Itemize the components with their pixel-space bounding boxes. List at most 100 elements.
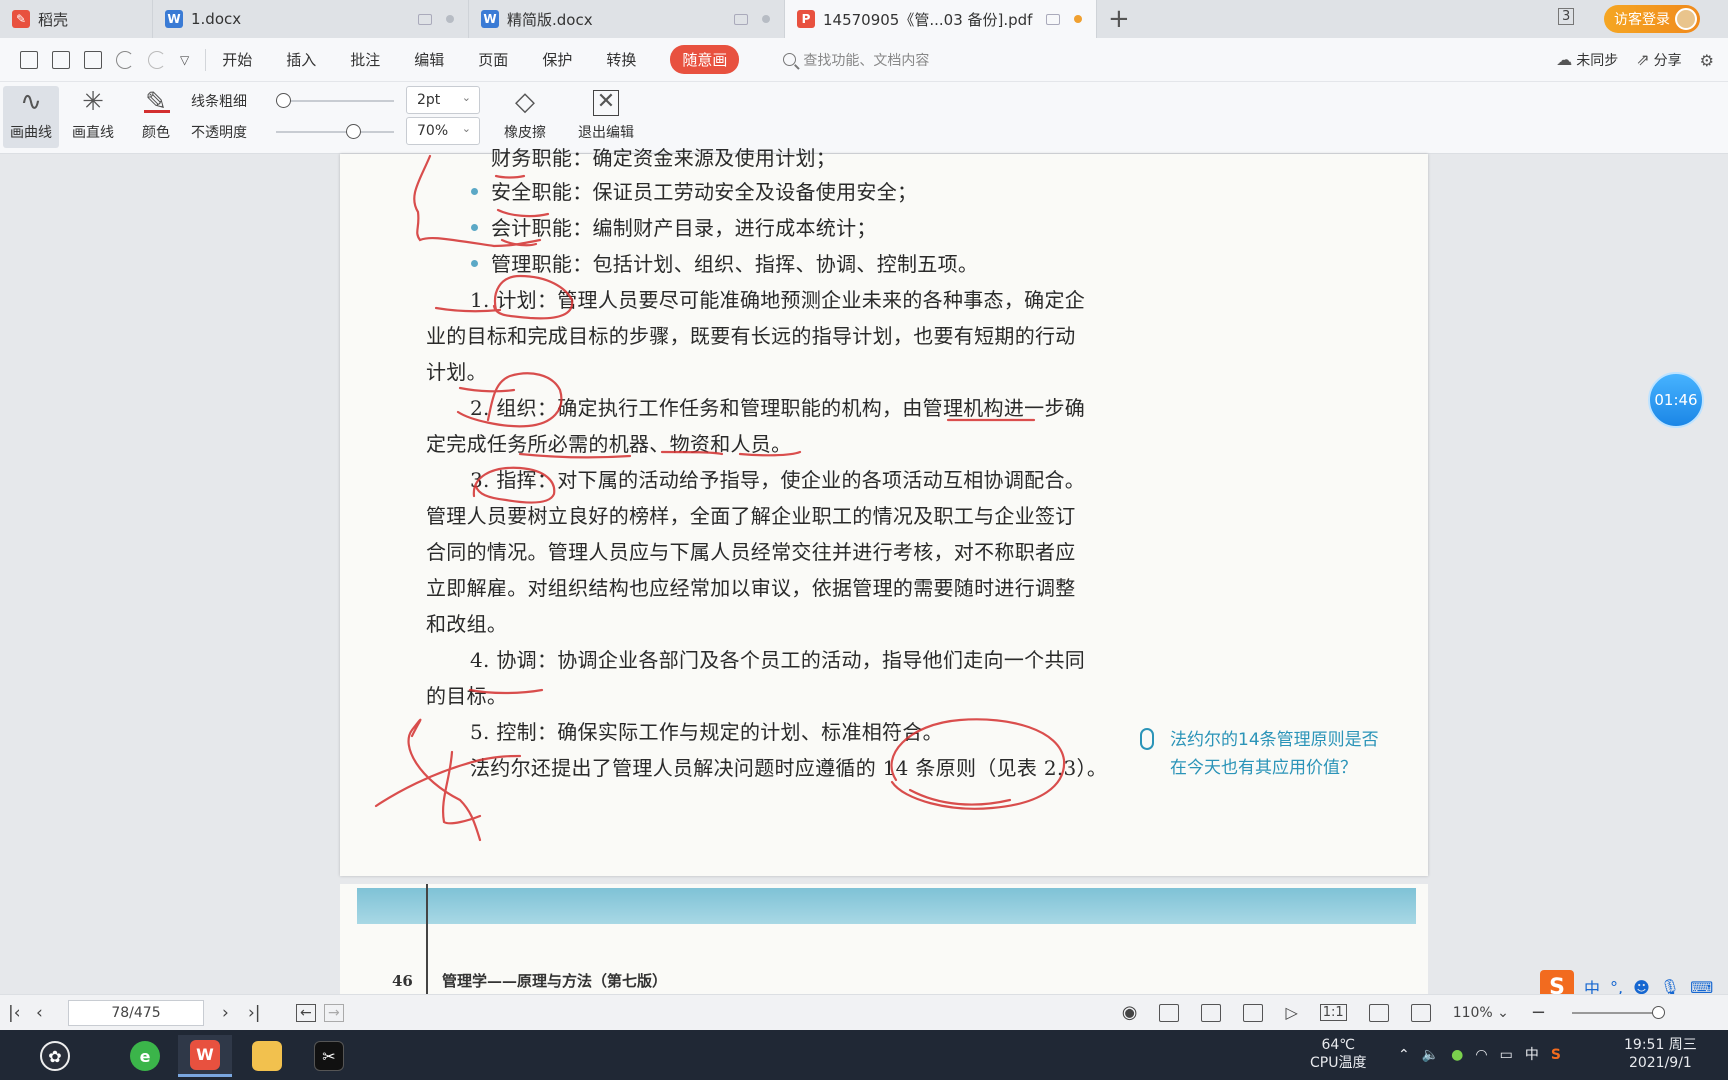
clock[interactable]: 19:51 周三 2021/9/1 [1624, 1036, 1697, 1072]
sogou-tray-icon[interactable]: S [1551, 1046, 1561, 1064]
taskbar-app-browser[interactable]: e [118, 1035, 172, 1077]
cpu-temp[interactable]: 64℃ CPU温度 [1310, 1036, 1366, 1072]
chevron-down-icon: ⌄ [461, 91, 471, 104]
opacity-select[interactable]: 70% ⌄ [406, 117, 480, 145]
share-button[interactable]: ⇗ 分享 [1636, 50, 1681, 70]
divider [205, 48, 207, 71]
doc-paragraph-line: 管理人员要树立良好的榜样，全面了解企业职工的情况及职工与企业签订 [426, 504, 1076, 528]
menu-start[interactable]: 开始 [222, 49, 252, 70]
bullet-icon [471, 188, 478, 195]
zoom-slider-knob[interactable] [1652, 1006, 1665, 1019]
opacity-slider[interactable] [276, 131, 394, 133]
guest-login-button[interactable]: 访客登录 [1604, 5, 1700, 33]
search-input[interactable]: 查找功能、文档内容 [783, 50, 929, 70]
tab-1docx[interactable]: W 1.docx [153, 0, 469, 38]
tab-pdf[interactable]: P 14570905《管...03 备份].pdf [785, 0, 1097, 38]
save-icon[interactable] [52, 50, 70, 69]
browser-icon: e [130, 1041, 160, 1071]
tab-daoke[interactable]: ✎ 稻壳 [0, 0, 153, 38]
sync-button[interactable]: ☁ 未同步 [1556, 50, 1618, 70]
taskbar-app-wps[interactable]: W [178, 1035, 232, 1077]
two-page-icon[interactable] [1243, 1003, 1264, 1022]
prev-page-icon[interactable]: ‹ [36, 1003, 43, 1023]
pdf-icon: P [797, 10, 815, 28]
menu-page[interactable]: 页面 [478, 49, 508, 70]
zoom-out-icon[interactable]: − [1531, 1002, 1546, 1023]
last-page-icon[interactable]: ›| [248, 1003, 261, 1023]
close-icon: ✕ [593, 90, 619, 116]
color-picker-button[interactable]: ✎ 颜色 [128, 86, 184, 148]
wifi-icon[interactable]: ◠ [1475, 1046, 1487, 1064]
system-tray: ⌃ 🔈 ● ◠ ▭ 中 S [1398, 1046, 1561, 1064]
thickness-select[interactable]: 2pt ⌄ [406, 86, 480, 114]
thickness-slider-knob[interactable] [276, 93, 291, 108]
side-note-line: 在今天也有其应用价值？ [1170, 758, 1357, 778]
doc-paragraph-line: 4. 协调：协调企业各部门及各个员工的活动，指导他们走向一个共同 [470, 648, 1086, 672]
forward-icon[interactable]: → [324, 1004, 344, 1022]
single-page-icon[interactable] [1159, 1003, 1180, 1022]
eraser-button[interactable]: ◇ 橡皮擦 [494, 86, 556, 148]
gear-icon[interactable]: ⚙ [1700, 51, 1714, 70]
thickness-label: 线条粗细 [191, 94, 247, 110]
chevron-down-icon: ⌄ [461, 122, 471, 135]
continuous-page-icon[interactable] [1201, 1003, 1222, 1022]
exit-edit-button[interactable]: ✕ 退出编辑 [574, 86, 638, 148]
menu-convert[interactable]: 转换 [606, 49, 636, 70]
side-note-line: 法约尔的14条管理原则是否 [1170, 730, 1379, 750]
cpu-temp-value: 64℃ [1321, 1037, 1355, 1053]
undo-icon[interactable] [116, 50, 134, 69]
menu-annotate[interactable]: 批注 [350, 49, 380, 70]
doc-paragraph-line: 5. 控制：确保实际工作与规定的计划、标准相符合。 [470, 720, 943, 744]
fit-width-icon[interactable] [1410, 1003, 1431, 1022]
taskbar-app-pinwheel[interactable]: ✿ [28, 1035, 82, 1077]
draw-curve-button[interactable]: ∿ 画曲线 [3, 86, 59, 148]
doc-paragraph-line: 的目标。 [426, 684, 508, 708]
opacity-label: 不透明度 [191, 125, 247, 141]
doc-paragraph-line: 2. 组织：确定执行工作任务和管理职能的机构，由管理机构进一步确 [470, 396, 1086, 420]
avatar [1675, 8, 1697, 30]
opacity-slider-knob[interactable] [346, 124, 361, 139]
page-input[interactable]: 78/475 [68, 1000, 204, 1026]
menu-insert[interactable]: 插入 [286, 49, 316, 70]
volume-icon[interactable]: 🔈 [1422, 1046, 1439, 1064]
draw-line-button[interactable]: ✳ 画直线 [65, 86, 121, 148]
start-button[interactable] [0, 1035, 20, 1077]
chevron-up-icon[interactable]: ⌃ [1398, 1046, 1410, 1064]
taskbar-app-explorer[interactable] [240, 1035, 294, 1077]
tab-count-badge[interactable]: 3 [1558, 8, 1575, 25]
more-chevron-icon[interactable]: ▽ [180, 53, 189, 67]
timer-badge[interactable]: 01:46 [1648, 372, 1704, 428]
taskbar-app-capcut[interactable]: ✂ [302, 1035, 356, 1077]
actual-size-icon[interactable]: 1:1 [1319, 1004, 1347, 1021]
thickness-slider[interactable] [276, 100, 394, 102]
status-bar: |‹ ‹ 78/475 › ›| ← → ◉ ▷ 1:1 110% ⌄ − [0, 994, 1728, 1030]
tool-label: 画曲线 [10, 125, 52, 141]
current-color-swatch [144, 110, 170, 113]
zoom-select[interactable]: 110% ⌄ [1453, 1005, 1509, 1021]
quick-access: ▽ [0, 50, 189, 69]
redo-icon[interactable] [148, 50, 166, 69]
play-icon[interactable]: ▷ [1285, 1003, 1297, 1022]
print-icon[interactable] [84, 50, 102, 69]
search-placeholder: 查找功能、文档内容 [803, 52, 930, 69]
menu-protect[interactable]: 保护 [542, 49, 572, 70]
input-language[interactable]: 中 [1525, 1046, 1539, 1064]
new-tab-button[interactable]: + [1108, 4, 1130, 34]
doc-paragraph-line: 立即解雇。对组织结构也应经常加以审议，依据管理的需要随时进行调整 [426, 576, 1076, 600]
login-label: 访客登录 [1614, 12, 1670, 28]
menu-freehand[interactable]: 随意画 [670, 45, 740, 74]
tray-app-icon[interactable]: ● [1451, 1046, 1463, 1064]
battery-icon[interactable]: ▭ [1500, 1046, 1513, 1064]
eye-protect-icon[interactable]: ◉ [1122, 1002, 1138, 1023]
doc-paragraph-line: 业的目标和完成目标的步骤，既要有长远的指导计划，也要有短期的行动 [426, 324, 1076, 348]
folder-icon [252, 1041, 282, 1071]
doc-bullet: 会计职能：编制财产目录，进行成本统计； [491, 216, 877, 240]
zoom-slider[interactable] [1572, 1012, 1662, 1014]
menu-edit[interactable]: 编辑 [414, 49, 444, 70]
first-page-icon[interactable]: |‹ [8, 1003, 21, 1023]
tab-jingjianban[interactable]: W 精简版.docx [469, 0, 785, 38]
fit-page-icon[interactable] [1368, 1003, 1389, 1022]
back-icon[interactable]: ← [296, 1004, 316, 1022]
next-page-icon[interactable]: › [222, 1003, 229, 1023]
open-folder-icon[interactable] [20, 50, 38, 69]
